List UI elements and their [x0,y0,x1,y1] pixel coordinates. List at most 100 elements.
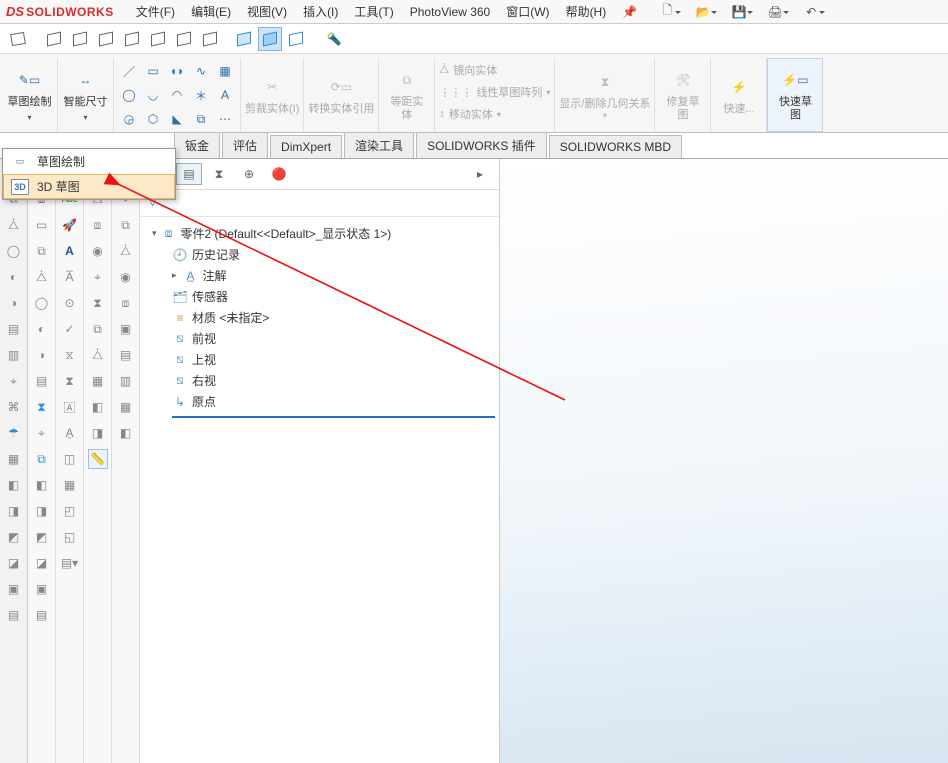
point-tool-icon[interactable]: ＊ [190,84,212,106]
menu-insert[interactable]: 插入(I) [295,0,346,23]
tool-icon[interactable]: ⧊ [4,215,24,235]
at-icon[interactable]: A̱ [60,423,80,443]
select-rect-icon[interactable]: ▦ [214,60,236,82]
text-tool-icon[interactable]: A [214,84,236,106]
tool-icon[interactable]: ◩ [32,527,52,547]
tool-icon[interactable]: ◯ [32,293,52,313]
circle-tool-icon[interactable]: ◯ [118,84,140,106]
tool-icon[interactable]: ☂ [4,423,24,443]
menu-view[interactable]: 视图(V) [239,0,295,23]
tool-icon[interactable]: ◪ [32,553,52,573]
save-button[interactable]: 💾 [729,2,749,22]
tool-icon[interactable]: ◑ [4,293,24,313]
open-button[interactable]: 📂 [693,2,713,22]
tool-icon[interactable]: ◉ [88,241,108,261]
tool-icon[interactable]: ⧈ [116,293,136,313]
cube-right-icon[interactable] [120,27,144,51]
spline-tool-icon[interactable]: ∿ [190,60,212,82]
cube-left-icon[interactable] [94,27,118,51]
more-tool-icon[interactable]: ⋯ [214,108,236,130]
tool-icon[interactable]: ▥ [116,371,136,391]
property-tab-icon[interactable]: ▤ [176,163,202,185]
tab-sheetmetal[interactable]: 钣金 [174,132,220,158]
boxed-a-icon[interactable]: 🄰 [60,397,80,417]
shaded-edges-icon[interactable] [232,27,256,51]
linear-pattern[interactable]: ⋮⋮⋮线性草图阵列▾ [439,82,550,102]
quick-group[interactable]: ⚡ 快速... [711,58,767,132]
tool-icon[interactable]: ▤ [116,345,136,365]
orient-button[interactable] [6,27,30,51]
tool-icon[interactable]: ⧈ [88,215,108,235]
tool-icon[interactable]: ▦ [116,397,136,417]
tool-icon[interactable]: ◨ [32,501,52,521]
tool-icon[interactable]: ⧖ [60,345,80,365]
sketch-group[interactable]: ✎▭ 草图绘制 ▾ [2,58,58,132]
offset-tool-icon[interactable]: ⧉ [190,108,212,130]
tab-evaluate[interactable]: 评估 [222,132,268,158]
flashlight-icon[interactable]: 🔦 [322,27,346,51]
tool-icon[interactable]: ▦ [88,371,108,391]
tool-icon[interactable]: ◰ [60,501,80,521]
tool-icon[interactable]: ▣ [32,579,52,599]
menu-photoview360[interactable]: PhotoView 360 [402,2,499,22]
tool-icon[interactable]: ◉ [116,267,136,287]
tool-icon[interactable]: ◧ [116,423,136,443]
tool-icon[interactable]: ▣ [4,579,24,599]
ellipse-tool-icon[interactable]: ◠ [166,84,188,106]
tool-icon[interactable]: ◪ [4,553,24,573]
arc-tool-icon[interactable]: ◡ [142,84,164,106]
tree-right-plane[interactable]: ⧅ 右视 [172,370,495,391]
text-a-icon[interactable]: A [60,241,80,261]
tool-icon[interactable]: ◯ [4,241,24,261]
tab-dimxpert[interactable]: DimXpert [270,135,342,158]
pin-icon[interactable]: 📌 [614,5,645,19]
check-icon[interactable]: ✓ [60,319,80,339]
menu-file[interactable]: 文件(F) [128,0,183,23]
tool-icon[interactable]: ◧ [32,475,52,495]
smart-dimension-group[interactable]: ↔︎ 智能尺寸 ▾ [58,58,114,132]
target-icon[interactable]: ⊙ [60,293,80,313]
cube-iso-icon[interactable] [198,27,222,51]
tool-icon[interactable]: ⧗ [32,397,52,417]
tree-history[interactable]: 🕘 历史记录 [172,244,495,265]
tool-icon[interactable]: ▣ [116,319,136,339]
tool-icon[interactable]: ⧊ [116,241,136,261]
3d-viewport[interactable] [500,159,948,763]
quick-sketch-group[interactable]: ⚡▭ 快速草图 [767,58,823,132]
tool-icon[interactable]: ▭ [32,215,52,235]
tool-icon[interactable]: ◱ [60,527,80,547]
rollback-bar[interactable] [172,416,495,418]
menu-tools[interactable]: 工具(T) [346,0,401,23]
convert-entities-group[interactable]: ⟳▭ 转换实体引用 [304,58,379,132]
tree-top-plane[interactable]: ⧅ 上视 [172,349,495,370]
dim-aa-icon[interactable]: A̅ [60,267,80,287]
tool-icon[interactable]: ⧉ [32,449,52,469]
tree-sensors[interactable]: 🗂 传感器 [172,286,495,307]
tool-icon[interactable]: ▦ [60,475,80,495]
expand-icon[interactable]: ▸ [172,270,177,281]
chevron-down-icon[interactable]: ▾ [83,113,87,122]
dropdown-sketch[interactable]: ▭ 草图绘制 [3,149,175,174]
polygon-tool-icon[interactable]: ⬡ [142,108,164,130]
expand-chevron-icon[interactable]: ▸ [467,163,493,185]
print-button[interactable]: 🖨 [765,2,785,22]
menu-help[interactable]: 帮助(H) [558,0,615,23]
table-icon[interactable]: ▤▾ [60,553,80,573]
tool-icon[interactable]: ◧ [4,475,24,495]
collapse-icon[interactable]: ▾ [152,228,157,239]
undo-button[interactable]: ↶ [801,2,821,22]
offset-entities-group[interactable]: ⧉ 等距实体 [379,58,435,132]
tool-icon[interactable]: ▤ [32,605,52,625]
show-delete-relations-group[interactable]: ⧗ 显示/删除几何关系 ▾ [555,58,655,132]
rocket-icon[interactable]: 🚀 [60,215,80,235]
new-button[interactable]: 🗋 [657,2,677,22]
tool-icon[interactable]: ⧊ [32,267,52,287]
appearance-tab-icon[interactable]: 🔴 [266,163,292,185]
tool-icon[interactable]: ⌖ [32,423,52,443]
tree-annotations[interactable]: ▸ A̲ 注解 [172,265,495,286]
move-entities[interactable]: ↕移动实体▾ [439,104,550,124]
tool-icon[interactable]: ◨ [88,423,108,443]
dim-tab-icon[interactable]: ⊕ [236,163,262,185]
tool-icon[interactable]: ◫ [60,449,80,469]
ruler-icon[interactable]: 📏 [88,449,108,469]
